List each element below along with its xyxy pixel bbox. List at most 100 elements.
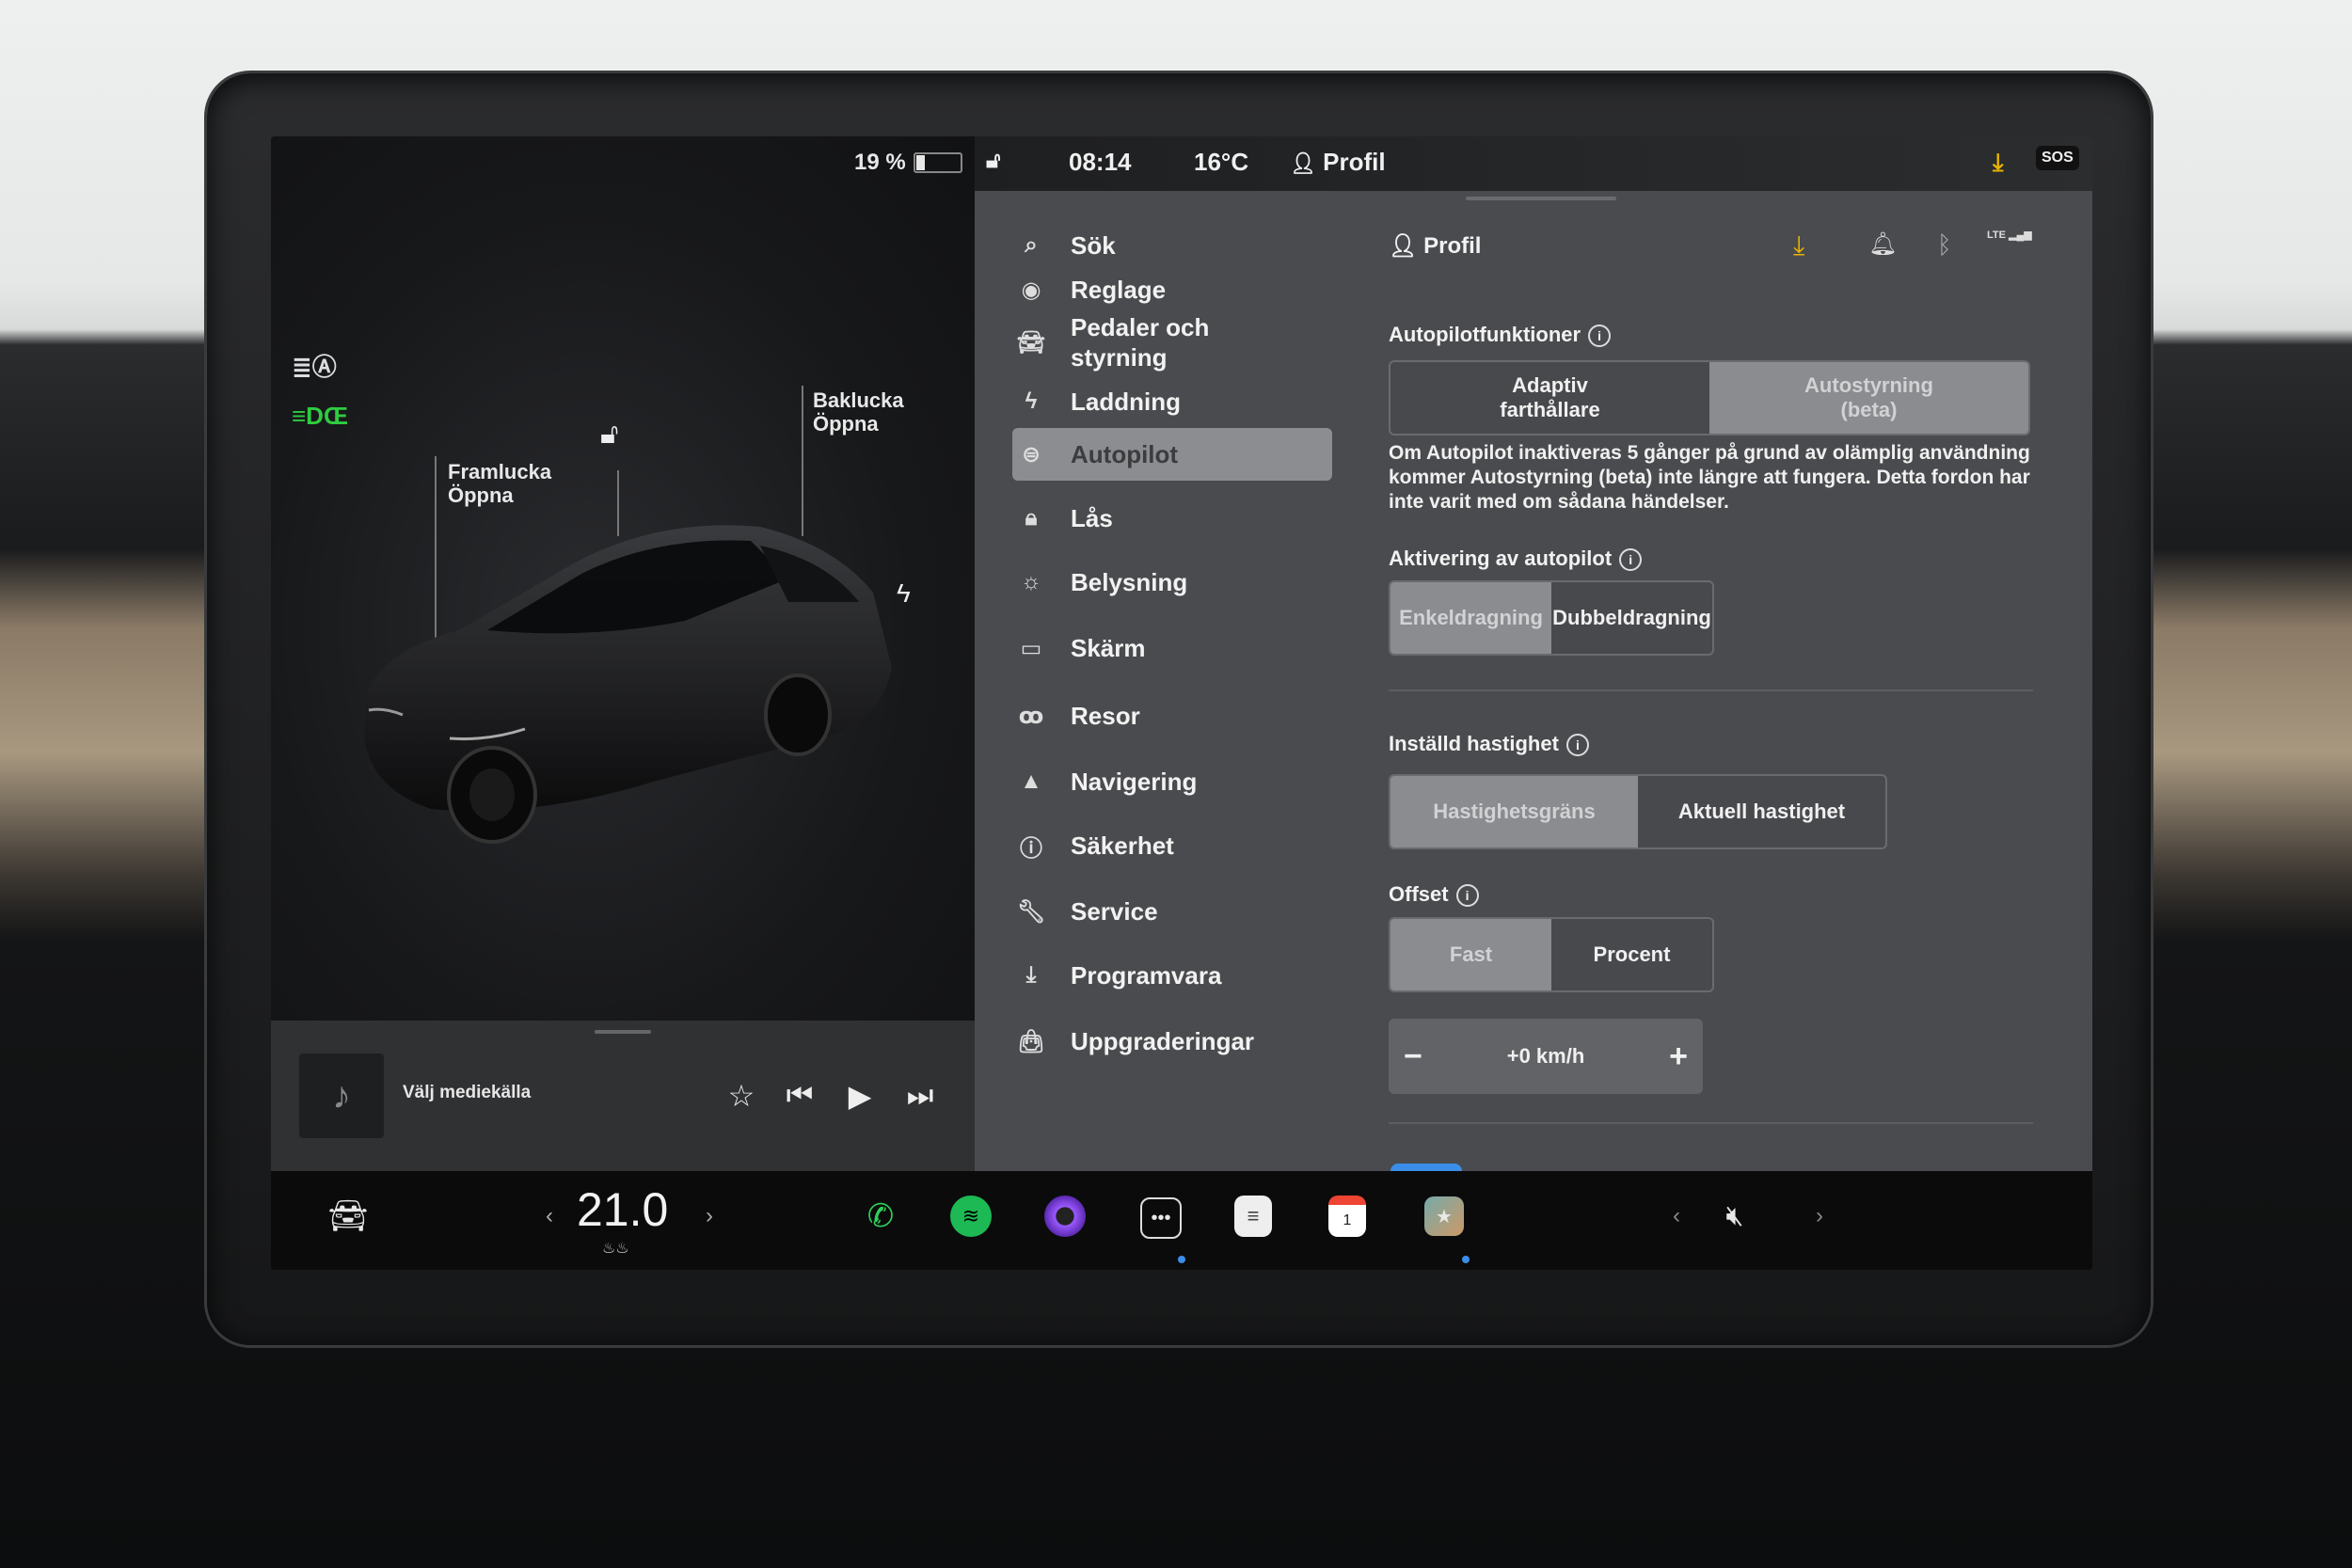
option-autosteer[interactable]: Autostyrning (beta) xyxy=(1709,362,2028,434)
download-icon[interactable]: ⤓ xyxy=(1793,230,1804,261)
car-icon[interactable]: 🚘︎ xyxy=(320,1192,376,1241)
charge-port-icon[interactable]: ϟ xyxy=(897,578,911,609)
search-icon: ⌕ xyxy=(1025,232,1038,258)
option-single-pull[interactable]: Enkeldragning xyxy=(1391,582,1551,654)
nav-item-safety[interactable]: ⓘ Säkerhet xyxy=(1012,819,1332,872)
autopilot-features-toggle: Adaptiv farthållare Autostyrning (beta) xyxy=(1389,360,2030,436)
nav-item-label: Navigering xyxy=(1071,767,1198,796)
activation-toggle: Enkeldragning Dubbeldragning xyxy=(1389,580,1714,656)
lte-signal-icon: LTE ▂▄▆ xyxy=(1987,230,2032,241)
parking-lights-icon[interactable]: ≡DŒ xyxy=(292,402,348,431)
settings-content: 👤︎ Profil ⤓ 🔔︎ ᛒ LTE ▂▄▆ Autopilotfunkti… xyxy=(1389,191,2066,1175)
media-drag-handle[interactable] xyxy=(595,1030,651,1034)
favorite-star-icon[interactable]: ☆ xyxy=(721,1075,762,1117)
activation-heading: Aktivering av autopilot i xyxy=(1389,546,1643,572)
calendar-icon[interactable]: 1 xyxy=(1328,1196,1366,1237)
set-speed-heading: Inställd hastighet i xyxy=(1389,732,1589,757)
battery-icon xyxy=(913,152,962,173)
option-current-speed[interactable]: Aktuell hastighet xyxy=(1638,776,1885,847)
nav-item-label: Uppgraderingar xyxy=(1071,1026,1255,1055)
nav-item-label: Programvara xyxy=(1071,960,1222,990)
auto-headlight-icon[interactable]: ≣Ⓐ xyxy=(292,348,337,383)
nav-item-bolt[interactable]: ϟ Laddning xyxy=(1012,375,1332,428)
notes-icon[interactable]: ≡ xyxy=(1234,1196,1272,1237)
next-track-icon[interactable]: ⏭︎ xyxy=(899,1075,941,1117)
nav-item-lock[interactable]: 🔒︎ Lås xyxy=(1012,492,1332,545)
clock: 08:14 xyxy=(1069,148,1132,176)
nav-item-label: Reglage xyxy=(1071,275,1167,304)
volume-up-chevron-icon[interactable]: › xyxy=(1795,1192,1844,1241)
option-fixed[interactable]: Fast xyxy=(1391,919,1551,990)
shopping-bag-icon: 👜︎ xyxy=(1016,1028,1046,1054)
touchscreen: 19 % ≣Ⓐ ≡DŒ Framlucka Öppna Baklucka Öpp… xyxy=(271,136,2092,1270)
bluetooth-icon[interactable]: ᛒ xyxy=(1937,230,1952,260)
vehicle-model-image xyxy=(365,525,892,844)
spotify-icon[interactable]: ≋ xyxy=(950,1196,992,1237)
lock-icon: 🔒︎ xyxy=(1025,505,1038,531)
previous-track-icon[interactable]: ⏮︎ xyxy=(779,1075,820,1117)
nav-item-label: Säkerhet xyxy=(1071,831,1174,860)
bolt-icon: ϟ xyxy=(1025,388,1038,414)
more-apps-icon[interactable]: ••• xyxy=(1140,1197,1182,1239)
nav-item-navigation[interactable]: ▲ Navigering xyxy=(1012,755,1332,808)
option-speed-limit[interactable]: Hastighetsgräns xyxy=(1391,776,1638,847)
play-icon[interactable]: ▶ xyxy=(839,1075,881,1117)
increment-button[interactable]: + xyxy=(1669,1038,1688,1075)
offset-stepper: − +0 km/h + xyxy=(1389,1019,1703,1094)
sos-button[interactable]: SOS xyxy=(2036,146,2079,170)
camera-icon[interactable] xyxy=(1044,1196,1086,1237)
content-profile-label: Profil xyxy=(1423,233,1482,259)
mute-icon[interactable]: 🔇︎ xyxy=(1710,1192,1759,1241)
nav-item-label: Pedaler och styrning xyxy=(1071,313,1210,372)
seat-heater-icon[interactable]: ♨♨ xyxy=(602,1239,629,1258)
rear-trunk-action: Öppna xyxy=(813,412,879,436)
nav-item-display[interactable]: ▭ Skärm xyxy=(1012,622,1332,674)
section-divider xyxy=(1389,1122,2033,1124)
nav-item-car[interactable]: 🚘︎ Pedaler och styrning xyxy=(1012,308,1332,377)
volume-down-chevron-icon[interactable]: ‹ xyxy=(1652,1192,1701,1241)
temp-down-chevron-icon[interactable]: ‹ xyxy=(525,1192,574,1241)
nav-item-trips[interactable]: ꝏ Resor xyxy=(1012,689,1332,742)
car-icon: 🚘︎ xyxy=(1016,329,1046,356)
nav-item-steering-wheel[interactable]: ⊜ Autopilot xyxy=(1012,428,1332,481)
front-trunk-callout[interactable]: Framlucka Öppna xyxy=(448,460,551,507)
sos-label: SOS xyxy=(2042,150,2074,166)
info-icon[interactable]: i xyxy=(1588,325,1612,348)
front-trunk-title: Framlucka xyxy=(448,460,552,483)
profile-label: Profil xyxy=(1323,148,1386,176)
nav-item-label: Sök xyxy=(1071,230,1116,260)
nav-item-label: Belysning xyxy=(1071,567,1188,596)
download-update-icon[interactable]: ⤓ xyxy=(1993,148,2004,178)
option-double-pull[interactable]: Dubbeldragning xyxy=(1551,582,1712,654)
front-trunk-action: Öppna xyxy=(448,483,514,507)
nav-item-sun[interactable]: ☼ Belysning xyxy=(1012,556,1332,609)
bell-icon[interactable]: 🔔︎ xyxy=(1868,230,1897,258)
nav-item-wrench[interactable]: 🔧︎ Service xyxy=(1012,885,1332,938)
active-app-indicator xyxy=(1178,1256,1185,1263)
vehicle-panel: 19 % ≣Ⓐ ≡DŒ Framlucka Öppna Baklucka Öpp… xyxy=(271,136,975,1021)
decrement-button[interactable]: − xyxy=(1404,1038,1422,1075)
nav-item-download[interactable]: ⤓ Programvara xyxy=(1012,949,1332,1002)
steering-wheel-icon: ⊜ xyxy=(1021,441,1041,467)
option-adaptive-cruise[interactable]: Adaptiv farthållare xyxy=(1391,362,1709,434)
option-percent[interactable]: Procent xyxy=(1551,919,1712,990)
temp-up-chevron-icon[interactable]: › xyxy=(685,1192,734,1241)
battery-indicator: 19 % xyxy=(854,150,962,176)
rear-trunk-callout[interactable]: Baklucka Öppna xyxy=(813,388,904,436)
offset-value: +0 km/h xyxy=(1506,1044,1585,1068)
nav-item-shopping-bag[interactable]: 👜︎ Uppgraderingar xyxy=(1012,1015,1332,1068)
media-source-label[interactable]: Välj mediekälla xyxy=(403,1083,531,1103)
settings-panel: ⌕ Sök ◉ Reglage 🚘︎ Pedaler och styrning ϟ Laddn… xyxy=(975,191,2092,1175)
info-icon[interactable]: i xyxy=(1619,548,1643,572)
info-icon[interactable]: i xyxy=(1455,884,1479,908)
profile-button[interactable]: 👤︎ Profil xyxy=(1290,148,1386,177)
toybox-icon[interactable]: ★ xyxy=(1424,1196,1464,1236)
offset-toggle: Fast Procent xyxy=(1389,917,1714,992)
unlock-icon[interactable]: 🔓︎ xyxy=(600,419,618,451)
cabin-temperature[interactable]: 21.0 xyxy=(577,1182,668,1237)
info-icon[interactable]: i xyxy=(1565,734,1589,757)
content-profile[interactable]: 👤︎ Profil xyxy=(1389,232,1481,260)
trips-icon: ꝏ xyxy=(1018,703,1044,729)
unlocked-icon[interactable]: 🔓︎ xyxy=(986,148,1001,174)
phone-icon[interactable]: ✆ xyxy=(856,1192,905,1241)
